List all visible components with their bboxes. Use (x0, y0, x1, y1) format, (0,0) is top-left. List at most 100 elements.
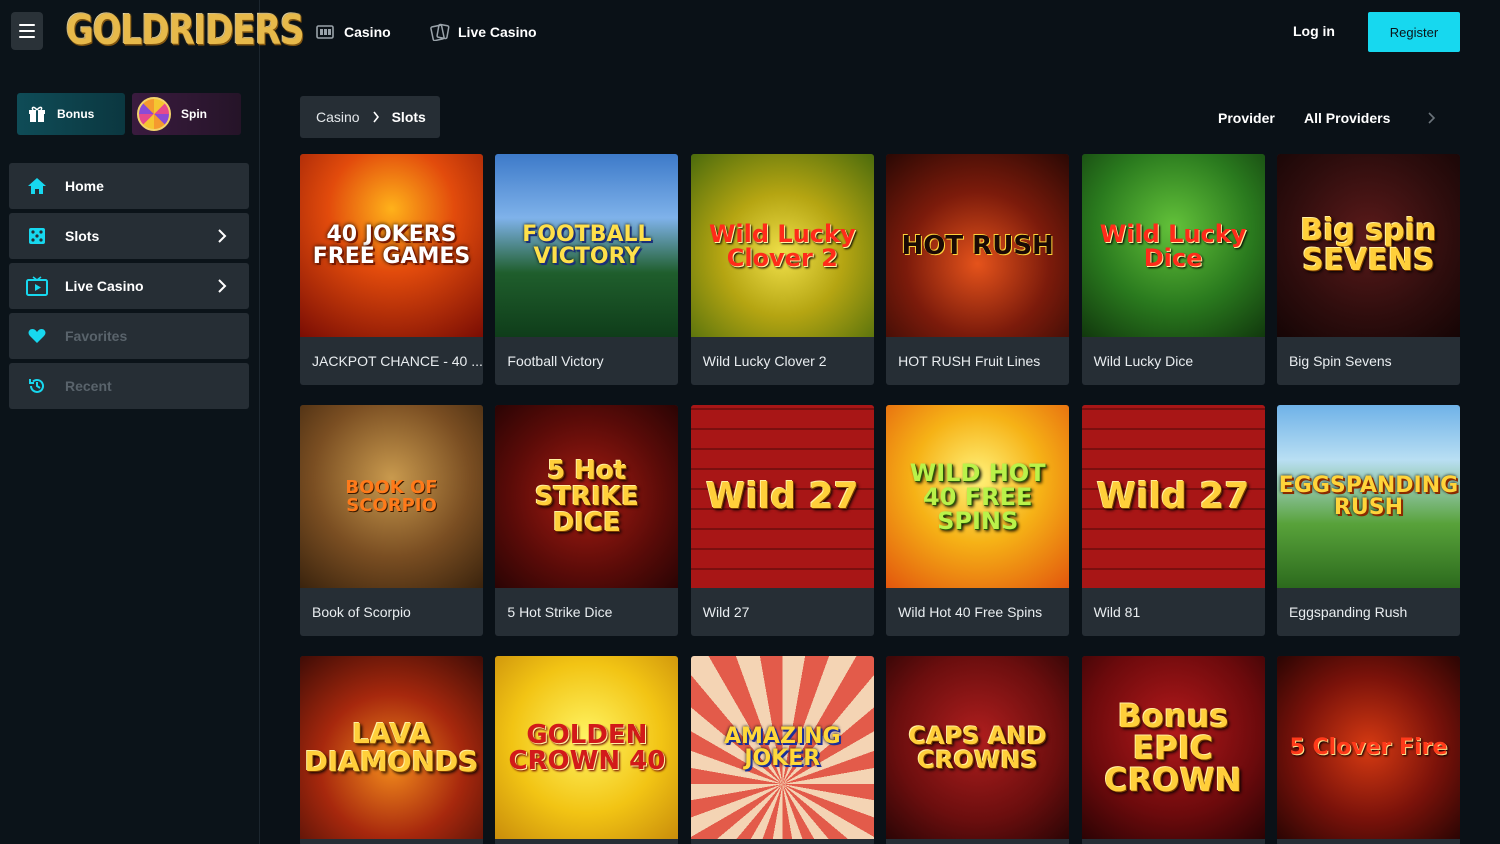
register-button[interactable]: Register (1368, 12, 1460, 52)
login-link[interactable]: Log in (1293, 23, 1335, 39)
bonus-label: Bonus (57, 107, 95, 121)
game-art-text: Bonus EPIC CROWN (1104, 696, 1242, 799)
sidebar-item-slots[interactable]: Slots (9, 213, 249, 259)
game-card[interactable]: Bonus EPIC CROWN (1081, 656, 1265, 844)
game-card[interactable]: GOLDEN CROWN 40 (495, 656, 679, 844)
breadcrumb-casino[interactable]: Casino (316, 109, 360, 125)
spin-button[interactable]: Spin (132, 93, 241, 135)
topnav-casino[interactable]: Casino (316, 18, 391, 46)
game-art-text: GOLDEN CROWN 40 (508, 719, 666, 776)
topnav-label: Live Casino (458, 24, 537, 40)
game-thumbnail: LAVA DIAMONDS (300, 656, 483, 839)
topnav-live-casino[interactable]: Live Casino (430, 18, 537, 46)
game-art-text: 5 Clover Fire (1289, 734, 1448, 760)
breadcrumb-slots: Slots (391, 109, 426, 125)
game-title: Wild Hot 40 Free Spins (898, 604, 1043, 620)
game-card[interactable]: HOT RUSH HOT RUSH Fruit Lines (886, 154, 1070, 385)
game-thumbnail: HOT RUSH (886, 154, 1070, 337)
game-art-text: 5 Hot STRIKE DICE (534, 455, 639, 538)
logo-text: GOLDRIDERS (66, 7, 305, 55)
game-card[interactable]: EGGSPANDING RUSH Eggspanding Rush (1276, 405, 1460, 636)
menu-bar (19, 24, 35, 26)
game-title: Football Victory (507, 353, 604, 369)
game-title: Wild Lucky Dice (1093, 353, 1194, 369)
game-thumbnail: BOOK OF SCORPIO (300, 405, 483, 588)
sidebar-item-home[interactable]: Home (9, 163, 249, 209)
game-thumbnail: EGGSPANDING RUSH (1276, 405, 1460, 588)
game-title: 5 Hot Strike Dice (507, 604, 613, 620)
game-art-text: Wild Lucky Clover 2 (708, 219, 856, 272)
game-card[interactable]: AMAZING JOKER (690, 656, 874, 844)
app-root: GOLDRIDERS Bonus Spin Home Slots Live Ca… (0, 0, 1500, 844)
game-thumbnail: Wild 27 (1081, 405, 1265, 588)
heart-icon (26, 325, 48, 347)
live-casino-icon (430, 23, 450, 41)
tv-icon (26, 275, 48, 297)
game-card[interactable]: FOOTBALL VICTORY Football Victory (495, 154, 679, 385)
game-card[interactable]: Wild Lucky Clover 2 Wild Lucky Clover 2 (690, 154, 874, 385)
game-thumbnail: WILD HOT 40 FREE SPINS (886, 405, 1070, 588)
game-card[interactable]: Wild 27 Wild 27 (690, 405, 874, 636)
breadcrumb: Casino Slots (300, 96, 440, 138)
chevron-right-icon (218, 279, 227, 293)
game-card[interactable]: 40 JOKERS FREE GAMES JACKPOT CHANCE - 40… (300, 154, 483, 385)
game-thumbnail: Bonus EPIC CROWN (1081, 656, 1265, 839)
game-art-text: BOOK OF SCORPIO (345, 476, 438, 516)
game-title: Eggspanding Rush (1288, 604, 1408, 620)
menu-bar (19, 30, 35, 32)
game-card[interactable]: CAPS AND CROWNS (886, 656, 1070, 844)
logo[interactable]: GOLDRIDERS (66, 6, 305, 56)
game-grid: 40 JOKERS FREE GAMES JACKPOT CHANCE - 40… (300, 154, 1460, 844)
game-thumbnail: Wild Lucky Dice (1081, 154, 1265, 337)
game-card[interactable]: Wild 27 Wild 81 (1081, 405, 1265, 636)
game-art-text: EGGSPANDING RUSH (1278, 472, 1459, 520)
sidebar-item-recent[interactable]: Recent (9, 363, 249, 409)
game-title: Wild 81 (1093, 604, 1141, 620)
game-card[interactable]: Big spin SEVENS Big Spin Sevens (1276, 154, 1460, 385)
game-card[interactable]: 5 Hot STRIKE DICE 5 Hot Strike Dice (495, 405, 679, 636)
provider-select[interactable]: All Providers (1304, 110, 1390, 126)
sidebar: GOLDRIDERS Bonus Spin Home Slots Live Ca… (0, 0, 305, 844)
game-thumbnail: Wild Lucky Clover 2 (690, 154, 874, 337)
game-art-text: Big spin SEVENS (1300, 212, 1437, 278)
game-art-text: AMAZING JOKER (724, 723, 841, 771)
game-art-text: CAPS AND CROWNS (908, 721, 1047, 774)
game-thumbnail: Wild 27 (690, 405, 874, 588)
wheel-icon (137, 97, 171, 131)
game-title: Wild 27 (702, 604, 750, 620)
sidebar-item-label: Slots (65, 228, 100, 244)
game-card[interactable]: 5 Clover Fire (1276, 656, 1460, 844)
sidebar-item-label: Live Casino (65, 278, 144, 294)
sidebar-item-label: Home (65, 178, 104, 194)
sidebar-item-live-casino[interactable]: Live Casino (9, 263, 249, 309)
game-art-text: Wild Lucky Dice (1099, 219, 1247, 272)
game-title: JACKPOT CHANCE - 40 ... (312, 353, 483, 369)
casino-icon (316, 23, 336, 41)
history-icon (26, 375, 48, 397)
chevron-right-icon (218, 229, 227, 243)
menu-bar (19, 36, 35, 38)
game-card[interactable]: Wild Lucky Dice Wild Lucky Dice (1081, 154, 1265, 385)
sidebar-item-favorites[interactable]: Favorites (9, 313, 249, 359)
dice-icon (26, 225, 48, 247)
chevron-right-icon[interactable] (1426, 110, 1436, 126)
game-title: Book of Scorpio (312, 604, 411, 620)
provider-label: Provider (1218, 110, 1275, 126)
home-icon (26, 175, 48, 197)
sidebar-item-label: Favorites (65, 328, 128, 344)
hamburger-menu-button[interactable] (11, 12, 43, 50)
game-card[interactable]: WILD HOT 40 FREE SPINS Wild Hot 40 Free … (886, 405, 1070, 636)
sidebar-item-label: Recent (65, 378, 112, 394)
game-art-text: Wild 27 (705, 475, 859, 517)
game-card[interactable]: BOOK OF SCORPIO Book of Scorpio (300, 405, 483, 636)
game-thumbnail: CAPS AND CROWNS (886, 656, 1070, 839)
game-art-text: 40 JOKERS FREE GAMES (312, 221, 471, 269)
game-thumbnail: FOOTBALL VICTORY (495, 154, 679, 337)
game-card[interactable]: LAVA DIAMONDS (300, 656, 483, 844)
game-title: Big Spin Sevens (1288, 353, 1392, 369)
game-title: Wild Lucky Clover 2 (702, 353, 827, 369)
bonus-button[interactable]: Bonus (17, 93, 125, 135)
game-thumbnail: GOLDEN CROWN 40 (495, 656, 679, 839)
spin-label: Spin (181, 107, 207, 121)
game-thumbnail: 5 Clover Fire (1276, 656, 1460, 839)
